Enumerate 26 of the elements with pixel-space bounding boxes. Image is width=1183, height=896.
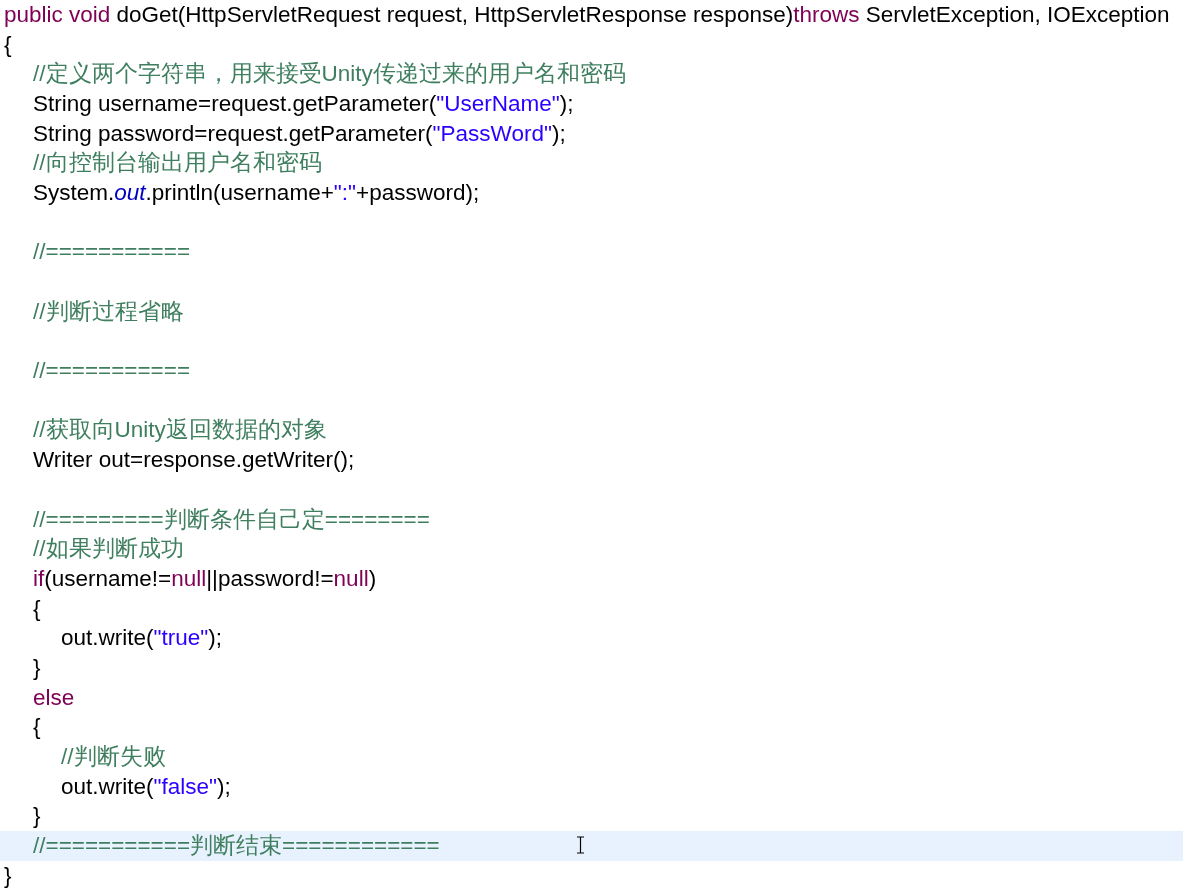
code-line: out.write("true"); <box>61 625 223 652</box>
code-line: public void doGet(HttpServletRequest request, HttpServletResponse response)throws ServletException, IOException <box>4 1 1170 28</box>
code-line: System.out.println(username+":"+password); <box>33 179 480 206</box>
code-line: Writer out=response.getWriter(); <box>33 447 355 474</box>
code-line: String password=request.getParameter("PassWord"); <box>33 120 566 147</box>
code-line: String username=request.getParameter("UserName"); <box>33 90 574 117</box>
code-line: out.write("false"); <box>61 773 231 800</box>
code-line: } <box>4 862 12 889</box>
code-line: //如果判断成功 <box>33 536 184 563</box>
code-line: } <box>33 654 41 681</box>
code-line: //=========== <box>33 358 191 385</box>
code-line: //向控制台输出用户名和密码 <box>33 150 322 177</box>
code-line: else <box>33 684 75 711</box>
code-line: //定义两个字符串，用来接受Unity传递过来的用户名和密码 <box>33 61 626 88</box>
code-line: //获取向Unity返回数据的对象 <box>33 417 327 444</box>
text-cursor-icon <box>576 836 585 855</box>
code-line: if(username!=null||password!=null) <box>33 565 377 592</box>
code-line: { <box>33 714 41 741</box>
code-line: { <box>4 31 12 58</box>
code-line: //===========判断结束============ <box>33 833 440 860</box>
code-line: } <box>33 803 41 830</box>
code-line: { <box>33 595 41 622</box>
code-line: //=========判断条件自己定======== <box>33 506 430 533</box>
code-line: //判断过程省略 <box>33 298 184 325</box>
code-line: //判断失败 <box>61 744 166 771</box>
code-line: //=========== <box>33 239 191 266</box>
